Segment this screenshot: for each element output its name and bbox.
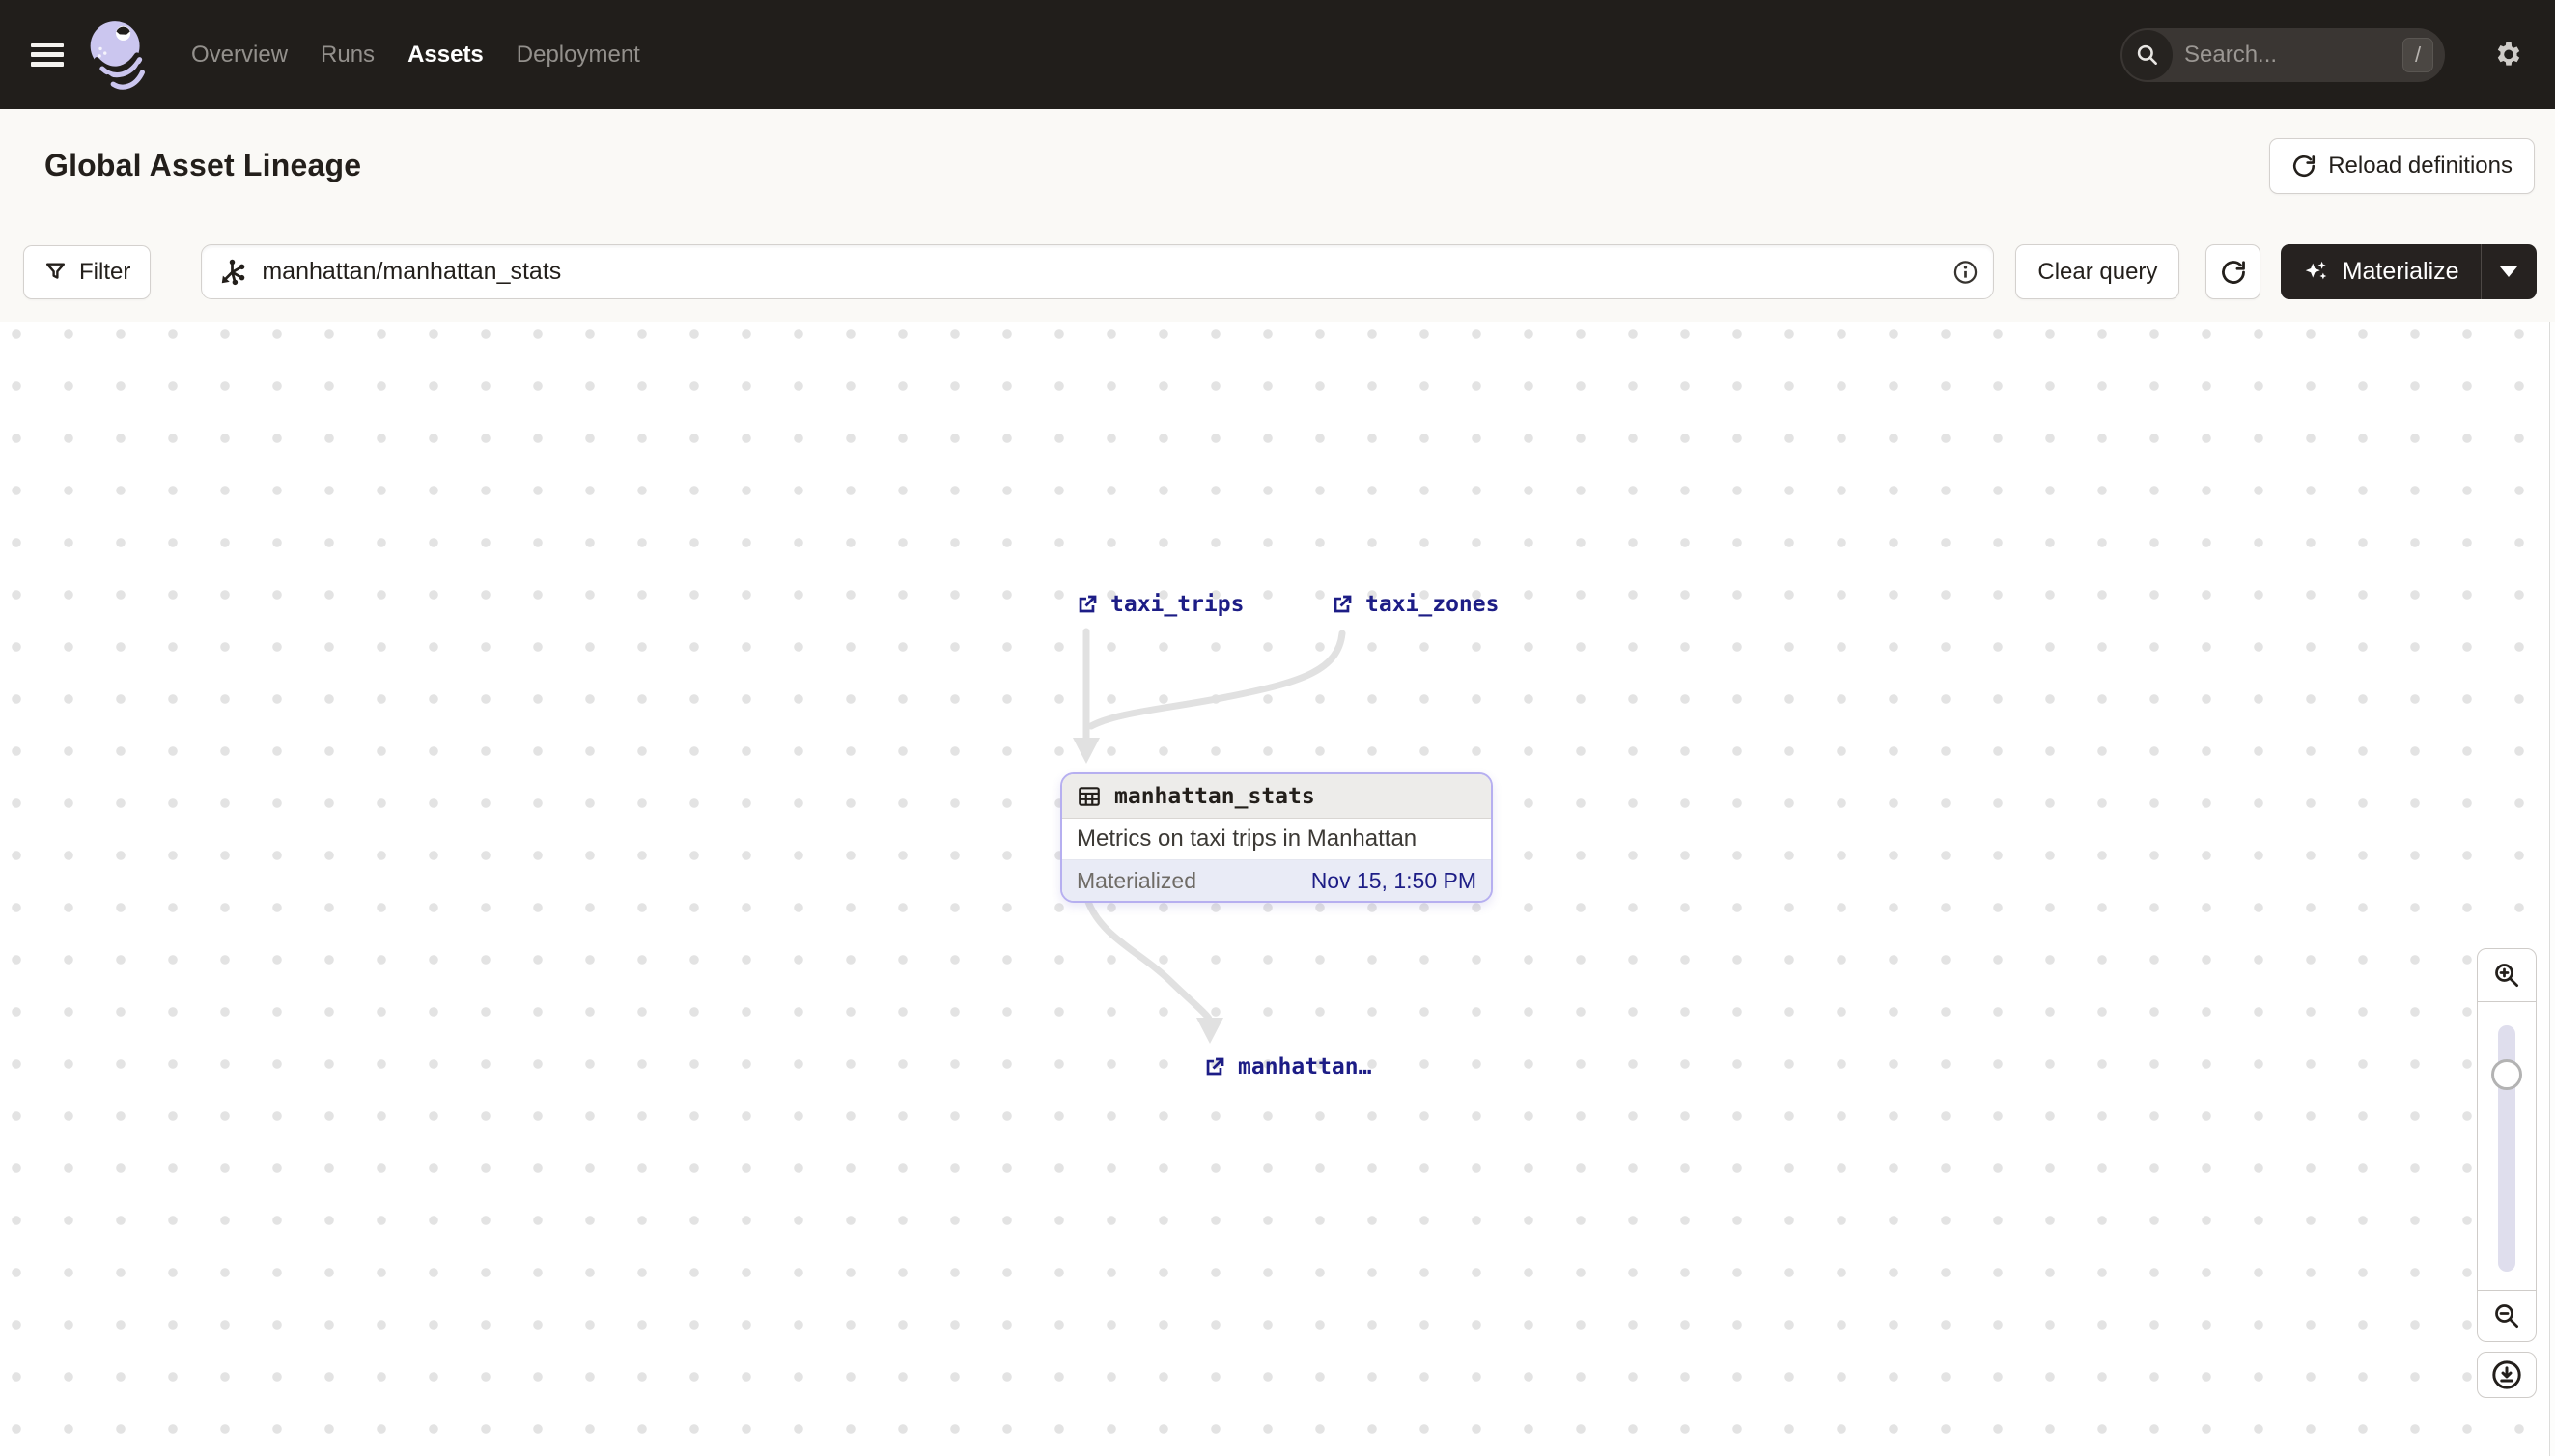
filter-button[interactable]: Filter <box>23 244 152 299</box>
zoom-slider-handle[interactable] <box>2491 1059 2522 1090</box>
zoom-out-button[interactable] <box>2477 1291 2537 1342</box>
external-link-icon <box>1334 595 1352 612</box>
asset-query-input[interactable] <box>201 244 1995 299</box>
nav-link-assets[interactable]: Assets <box>407 42 484 69</box>
top-nav: Overview Runs Assets Deployment / <box>0 0 2555 109</box>
lineage-canvas[interactable]: taxi_trips taxi_zones manhattan_stats Me… <box>0 322 2555 1456</box>
lineage-toolbar: Filter Clear query <box>0 222 2555 322</box>
asset-status-row: Materialized Nov 15, 1:50 PM <box>1062 860 1491 901</box>
graph-selector-icon <box>222 259 245 285</box>
download-circle-icon <box>2492 1360 2521 1389</box>
info-icon[interactable] <box>1952 259 1979 285</box>
nav-link-overview[interactable]: Overview <box>191 42 288 69</box>
zoom-slider <box>2477 1002 2537 1291</box>
asset-name: manhattan_stats <box>1114 783 1315 809</box>
global-search[interactable]: / <box>2120 27 2445 82</box>
asset-node-label: manhattan… <box>1238 1054 1372 1079</box>
reload-definitions-button[interactable]: Reload definitions <box>2269 137 2535 194</box>
asset-node-label: taxi_trips <box>1110 592 1245 617</box>
table-icon <box>1079 786 1100 806</box>
dagster-logo[interactable] <box>85 17 149 93</box>
page-title: Global Asset Lineage <box>44 148 362 182</box>
materialization-timestamp[interactable]: Nov 15, 1:50 PM <box>1311 868 1476 894</box>
refresh-icon <box>2293 154 2316 177</box>
funnel-icon <box>45 263 66 279</box>
asset-selection-field <box>201 244 1995 299</box>
external-link-icon <box>1079 595 1097 612</box>
zoom-in-button[interactable] <box>2477 948 2537 1002</box>
zoom-controls <box>2477 948 2537 1342</box>
asset-card-manhattan-stats[interactable]: manhattan_stats Metrics on taxi trips in… <box>1060 772 1493 903</box>
chevron-down-icon <box>2500 266 2518 277</box>
zoom-out-icon <box>2495 1304 2518 1328</box>
search-input[interactable] <box>2175 41 2402 69</box>
zoom-in-icon <box>2495 964 2518 987</box>
materialize-options-button[interactable] <box>2480 244 2537 299</box>
search-icon <box>2122 29 2173 80</box>
scrollbar-gutter[interactable] <box>2549 322 2555 1456</box>
external-link-icon <box>1206 1057 1224 1075</box>
asset-node-taxi-zones[interactable]: taxi_zones <box>1330 592 1499 617</box>
page-header: Global Asset Lineage Reload definitions <box>0 109 2555 222</box>
asset-node-taxi-trips[interactable]: taxi_trips <box>1075 592 1244 617</box>
refresh-icon <box>2221 260 2245 284</box>
sparkles-icon <box>2305 261 2326 279</box>
primary-nav: Overview Runs Assets Deployment <box>191 42 640 69</box>
asset-description: Metrics on taxi trips in Manhattan <box>1062 819 1491 860</box>
asset-card-header: manhattan_stats <box>1062 774 1491 819</box>
nav-link-deployment[interactable]: Deployment <box>517 42 640 69</box>
nav-link-runs[interactable]: Runs <box>321 42 375 69</box>
gear-icon[interactable] <box>2491 38 2526 72</box>
menu-icon[interactable] <box>31 42 64 67</box>
status-label: Materialized <box>1077 867 1196 893</box>
clear-query-button[interactable]: Clear query <box>2015 244 2180 299</box>
asset-node-manhattan-truncated[interactable]: manhattan… <box>1202 1054 1371 1079</box>
search-shortcut-badge: / <box>2402 37 2433 72</box>
materialize-button[interactable]: Materialize <box>2281 244 2481 299</box>
download-view-button[interactable] <box>2477 1352 2537 1398</box>
materialize-split-button: Materialize <box>2280 244 2537 299</box>
asset-node-label: taxi_zones <box>1365 592 1500 617</box>
refresh-graph-button[interactable] <box>2205 244 2260 299</box>
